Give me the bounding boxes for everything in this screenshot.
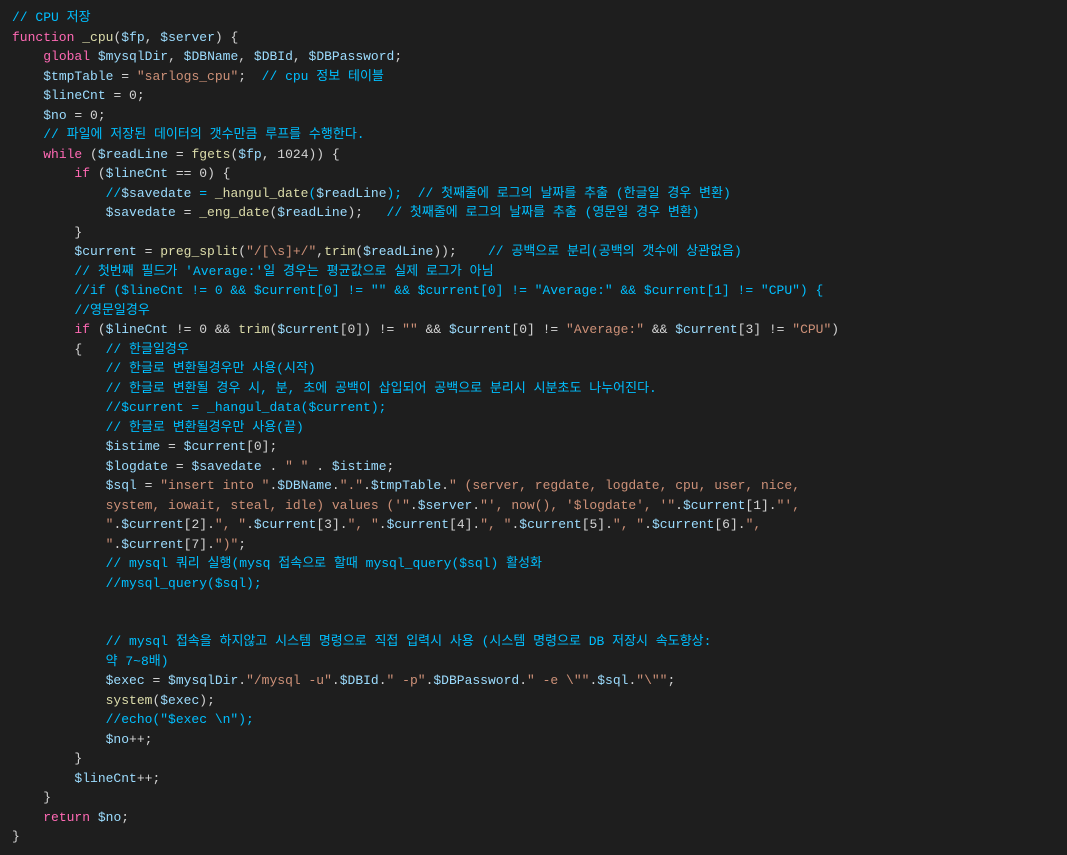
line-38: } — [12, 751, 82, 766]
line-41: return $no; — [12, 810, 129, 825]
line-16: //영문일경우 — [12, 303, 150, 318]
line-21: //$current = _hangul_data($current); — [12, 400, 386, 415]
line-35: system($exec); — [12, 693, 215, 708]
line-19: // 한글로 변환될경우만 사용(시작) — [12, 361, 316, 376]
line-39: $lineCnt++; — [12, 771, 160, 786]
line-36: //echo("$exec \n"); — [12, 712, 254, 727]
line-34: $exec = $mysqlDir."/mysql -u".$DBId." -p… — [12, 673, 675, 688]
line-30: //mysql_query($sql); — [12, 576, 262, 591]
line-10: //$savedate = _hangul_date($readLine); /… — [12, 186, 731, 201]
line-2: function _cpu($fp, $server) { — [12, 30, 238, 45]
line-42: } — [12, 829, 20, 844]
line-14: // 첫번째 필드가 'Average:'일 경우는 평균값으로 실제 로그가 … — [12, 264, 494, 279]
line-12: } — [12, 225, 82, 240]
line-17: if ($lineCnt != 0 && trim($current[0]) !… — [12, 322, 839, 337]
line-18: { // 한글일경우 — [12, 342, 189, 357]
line-29: // mysql 쿼리 실행(mysq 접속으로 할때 mysql_query(… — [12, 556, 542, 571]
line-8: while ($readLine = fgets($fp, 1024)) { — [12, 147, 340, 162]
line-26: system, iowait, steal, idle) values ('".… — [12, 498, 800, 513]
line-4: $tmpTable = "sarlogs_cpu"; // cpu 정보 테이블 — [12, 69, 384, 84]
line-27: ".$current[2].", ".$current[3].", ".$cur… — [12, 517, 761, 532]
line-13: $current = preg_split("/[\s]+/",trim($re… — [12, 244, 742, 259]
line-25: $sql = "insert into ".$DBName.".".$tmpTa… — [12, 478, 800, 493]
line-24: $logdate = $savedate . " " . $istime; — [12, 459, 394, 474]
line-23: $istime = $current[0]; — [12, 439, 277, 454]
line-6: $no = 0; — [12, 108, 106, 123]
line-11: $savedate = _eng_date($readLine); // 첫째줄… — [12, 205, 700, 220]
line-1: // CPU 저장 — [12, 10, 91, 25]
line-20: // 한글로 변환될 경우 시, 분, 초에 공백이 삽입되어 공백으로 분리시… — [12, 381, 657, 396]
line-22: // 한글로 변환될경우만 사용(끝) — [12, 420, 304, 435]
line-40: } — [12, 790, 51, 805]
line-9: if ($lineCnt == 0) { — [12, 166, 230, 181]
line-7: // 파일에 저장된 데이터의 갯수만큼 루프를 수행한다. — [12, 127, 365, 142]
line-5: $lineCnt = 0; — [12, 88, 145, 103]
line-33: 약 7~8배) — [12, 654, 169, 669]
line-28: ".$current[7].")"; — [12, 537, 246, 552]
line-15: //if ($lineCnt != 0 && $current[0] != ""… — [12, 283, 823, 298]
line-3: global $mysqlDir, $DBName, $DBId, $DBPas… — [12, 49, 402, 64]
code-container: // CPU 저장 function _cpu($fp, $server) { … — [12, 8, 1055, 847]
line-32: // mysql 접속을 하지않고 시스템 명령으로 직접 입력시 사용 (시스… — [12, 634, 711, 649]
line-37: $no++; — [12, 732, 152, 747]
